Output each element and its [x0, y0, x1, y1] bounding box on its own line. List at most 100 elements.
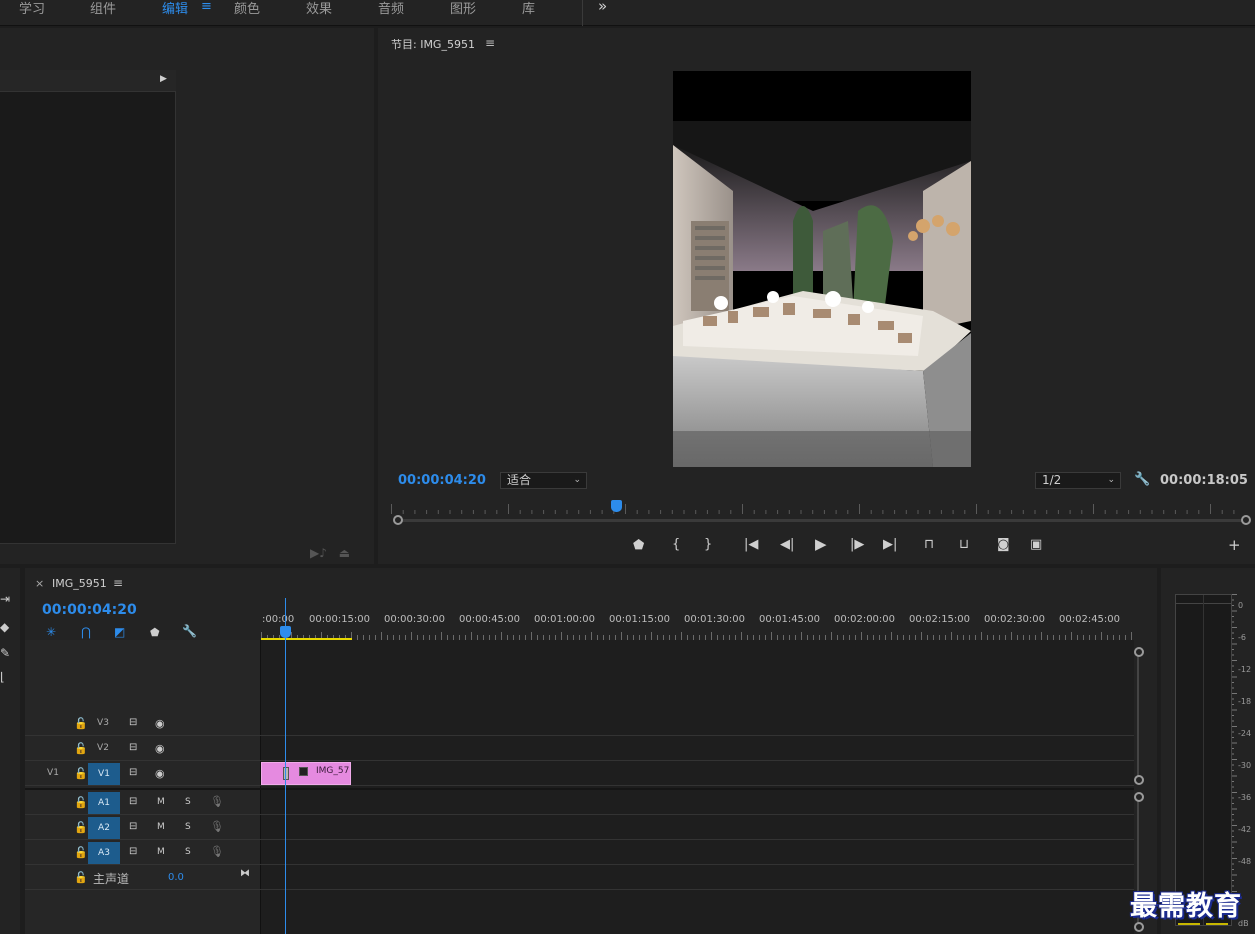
sync-lock-icon[interactable]: ⊟: [129, 717, 137, 728]
timeline-settings-icon[interactable]: 🔧: [182, 624, 197, 638]
microphone-icon[interactable]: 🎙: [210, 845, 224, 858]
workspace-tab-color[interactable]: 颜色: [234, 0, 260, 17]
track-select-icon[interactable]: ⇥: [0, 592, 10, 606]
program-scrub-bar[interactable]: [398, 519, 1246, 522]
zoom-level-select[interactable]: 适合 ⌄: [500, 472, 587, 489]
program-playhead[interactable]: [610, 500, 622, 512]
source-panel-content: [0, 70, 176, 544]
track-target-v1[interactable]: V1: [88, 763, 120, 785]
source-panel-header: [0, 70, 176, 92]
go-to-out-button[interactable]: ▶|: [883, 537, 897, 552]
audio-scroll-top-handle[interactable]: [1134, 792, 1144, 802]
pen-icon[interactable]: ✎: [0, 646, 10, 660]
track-target-a1[interactable]: A1: [88, 792, 120, 814]
export-frame-icon[interactable]: ⏏: [339, 546, 350, 560]
add-marker-icon[interactable]: ⬟: [150, 626, 160, 639]
add-marker-button[interactable]: ⬟: [633, 538, 644, 553]
track-name-v2: V2: [97, 743, 109, 753]
sync-lock-icon[interactable]: ⊟: [129, 796, 137, 807]
mark-in-button[interactable]: {: [672, 537, 680, 552]
track-target-a2[interactable]: A2: [88, 817, 120, 839]
step-back-button[interactable]: ◀|: [780, 537, 794, 552]
workspace-tab-audio[interactable]: 音频: [378, 0, 404, 17]
lock-icon[interactable]: 🔓: [74, 796, 88, 809]
audio-scroll-bottom-handle[interactable]: [1134, 922, 1144, 932]
play-button[interactable]: ▶: [815, 535, 827, 553]
solo-button[interactable]: S: [185, 847, 191, 857]
microphone-icon[interactable]: 🎙: [210, 820, 224, 833]
sync-lock-icon[interactable]: ⊟: [129, 742, 137, 753]
meter-scale-label: -18: [1238, 697, 1252, 706]
master-volume-value[interactable]: 0.0: [168, 872, 184, 883]
timeline-playhead-line[interactable]: [285, 598, 286, 934]
program-current-timecode[interactable]: 00:00:04:20: [398, 473, 486, 488]
lock-icon[interactable]: 🔓: [74, 846, 88, 859]
ruler-label: 00:00:30:00: [384, 614, 446, 625]
slip-tool-icon[interactable]: ⌊: [0, 670, 5, 684]
eye-icon[interactable]: ◉: [155, 717, 165, 730]
clip-keyframe-handle[interactable]: [283, 767, 289, 780]
mute-button[interactable]: M: [157, 847, 165, 857]
lock-icon[interactable]: 🔓: [74, 742, 88, 755]
scrub-start-handle[interactable]: [393, 515, 403, 525]
sync-lock-icon[interactable]: ⊟: [129, 821, 137, 832]
meter-level-right: [1206, 923, 1228, 925]
track-row-v1: [25, 762, 1134, 786]
step-forward-button[interactable]: |▶: [850, 537, 864, 552]
workspace-overflow-icon[interactable]: »: [598, 0, 607, 15]
workspace-tab-assembly[interactable]: 组件: [90, 0, 116, 17]
timeline-menu-icon[interactable]: ≡: [113, 576, 123, 590]
timeline-playhead[interactable]: [280, 626, 291, 638]
add-button-icon[interactable]: +: [1228, 536, 1241, 554]
close-icon[interactable]: ×: [35, 577, 44, 590]
snap-magnet-icon[interactable]: ⋂: [81, 625, 91, 639]
comparison-view-button[interactable]: ▣: [1030, 537, 1042, 552]
scrub-end-handle[interactable]: [1241, 515, 1251, 525]
workspace-menu-icon[interactable]: ≡: [201, 0, 212, 14]
video-vertical-scrollbar[interactable]: [1137, 656, 1139, 780]
insert-audio-icon[interactable]: ▶♪: [310, 546, 327, 560]
sequence-tab-title[interactable]: IMG_5951: [52, 577, 107, 590]
eye-icon[interactable]: ◉: [155, 767, 165, 780]
timeline-clip[interactable]: IMG_57: [261, 762, 351, 785]
workspace-tab-libraries[interactable]: 库: [522, 0, 535, 17]
microphone-icon[interactable]: 🎙: [210, 795, 224, 808]
program-menu-icon[interactable]: ≡: [485, 36, 495, 50]
lock-icon[interactable]: 🔓: [74, 767, 88, 780]
eye-icon[interactable]: ◉: [155, 742, 165, 755]
mute-button[interactable]: M: [157, 822, 165, 832]
program-mini-ruler[interactable]: [391, 500, 1255, 514]
timeline-current-timecode[interactable]: 00:00:04:20: [42, 602, 137, 618]
go-to-in-button[interactable]: |◀: [744, 537, 758, 552]
sync-lock-icon[interactable]: ⊟: [129, 846, 137, 857]
mark-out-button[interactable]: }: [704, 537, 712, 552]
workspace-tab-editing[interactable]: 编辑: [162, 0, 188, 17]
ripple-edit-icon[interactable]: ◆: [0, 620, 9, 634]
workspace-tab-effects[interactable]: 效果: [306, 0, 332, 17]
workspace-tab-graphics[interactable]: 图形: [450, 0, 476, 17]
go-to-end-icon[interactable]: ⧓: [240, 868, 250, 879]
solo-button[interactable]: S: [185, 822, 191, 832]
track-target-a3[interactable]: A3: [88, 842, 120, 864]
video-scroll-bottom-handle[interactable]: [1134, 775, 1144, 785]
lock-icon[interactable]: 🔓: [74, 871, 88, 884]
meter-scale-label: -12: [1238, 665, 1252, 674]
wrench-settings-icon[interactable]: 🔧: [1134, 472, 1150, 487]
sync-lock-icon[interactable]: ⊟: [129, 767, 137, 778]
workspace-tab-learn[interactable]: 学习: [19, 0, 45, 17]
nest-toggle-icon[interactable]: ✳: [46, 625, 56, 639]
lift-button[interactable]: ⊓: [924, 537, 934, 552]
camera-icon[interactable]: ◙: [997, 537, 1010, 552]
mute-button[interactable]: M: [157, 797, 165, 807]
lock-icon[interactable]: 🔓: [74, 717, 88, 730]
track-row-a1: [25, 791, 1134, 815]
expand-arrow-icon[interactable]: ▶: [160, 74, 167, 84]
playback-resolution-select[interactable]: 1/2 ⌄: [1035, 472, 1121, 489]
extract-button[interactable]: ⊔: [959, 537, 969, 552]
source-patch-v1[interactable]: V1: [44, 768, 62, 778]
solo-button[interactable]: S: [185, 797, 191, 807]
tools-panel: ⇥ ◆ ✎ ⌊: [0, 568, 20, 934]
linked-selection-icon[interactable]: ◩: [114, 625, 125, 639]
video-scroll-top-handle[interactable]: [1134, 647, 1144, 657]
lock-icon[interactable]: 🔓: [74, 821, 88, 834]
